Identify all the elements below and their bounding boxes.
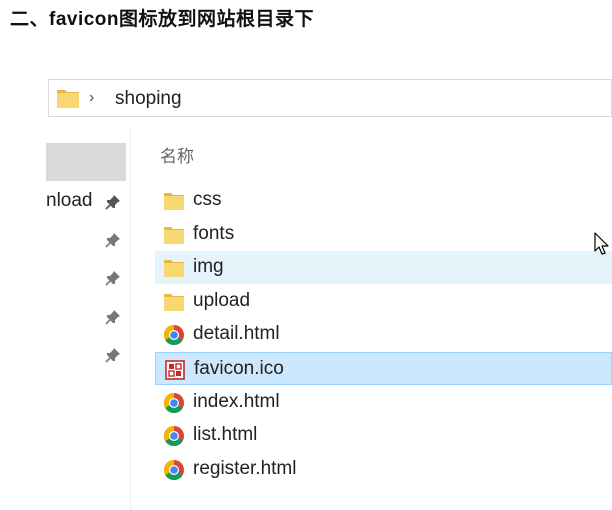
file-name: detail.html xyxy=(193,323,280,345)
folder-icon xyxy=(163,190,185,212)
chrome-icon xyxy=(163,392,185,414)
address-path[interactable]: shoping xyxy=(115,88,182,110)
file-name: index.html xyxy=(193,390,280,412)
file-name: register.html xyxy=(193,457,297,479)
file-name: img xyxy=(193,256,224,278)
nav-item-label[interactable]: nload xyxy=(46,190,93,212)
file-row[interactable]: detail.html xyxy=(155,318,612,351)
pin-icon[interactable] xyxy=(104,346,122,364)
chrome-icon xyxy=(163,324,185,346)
file-row[interactable]: img xyxy=(155,251,612,285)
chrome-icon xyxy=(163,425,185,447)
pin-icon[interactable] xyxy=(104,193,122,211)
folder-icon xyxy=(163,291,185,313)
file-row[interactable]: list.html xyxy=(155,419,612,452)
folder-icon xyxy=(163,224,185,246)
pin-icon[interactable] xyxy=(104,269,122,287)
ico-file-icon xyxy=(164,359,186,381)
column-header-name[interactable]: 名称 xyxy=(160,142,194,167)
file-name: list.html xyxy=(193,424,258,446)
address-bar[interactable]: › shoping xyxy=(48,79,612,117)
folder-icon xyxy=(163,257,185,279)
file-row[interactable]: fonts xyxy=(155,218,612,251)
page-heading: 二、favicon图标放到网站根目录下 xyxy=(10,9,315,30)
file-name: favicon.ico xyxy=(194,358,284,379)
file-name: fonts xyxy=(193,222,235,244)
file-row[interactable]: index.html xyxy=(155,386,612,419)
chrome-icon xyxy=(163,459,185,481)
file-row[interactable]: favicon.ico xyxy=(155,352,612,385)
pin-icon[interactable] xyxy=(104,231,122,249)
pane-divider[interactable] xyxy=(130,128,131,510)
chevron-right-icon[interactable]: › xyxy=(89,89,94,107)
folder-icon xyxy=(57,90,79,108)
file-name: upload xyxy=(193,289,251,311)
file-row[interactable]: upload xyxy=(155,285,612,318)
pin-icon[interactable] xyxy=(104,308,122,326)
file-row[interactable]: register.html xyxy=(155,453,612,486)
file-name: css xyxy=(193,189,222,210)
file-row[interactable]: css xyxy=(155,184,612,217)
mouse-cursor-icon xyxy=(594,232,609,255)
nav-selected-item[interactable] xyxy=(46,143,126,181)
